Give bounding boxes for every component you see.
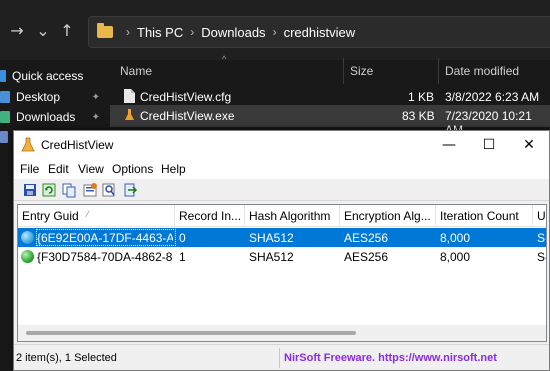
- pin-icon: ✦: [91, 91, 100, 103]
- column-entry-guid[interactable]: Entry Guid: [22, 209, 79, 223]
- cell-hash-algorithm: SHA512: [249, 231, 294, 245]
- file-name: CredHistView.exe: [140, 109, 235, 123]
- file-date: 3/8/2022 6:23 AM: [445, 90, 540, 104]
- file-name: CredHistView.cfg: [140, 90, 232, 104]
- forward-arrow-icon[interactable]: →: [6, 20, 28, 42]
- cell-u: S-: [537, 231, 546, 245]
- nirsoft-link[interactable]: NirSoft Freeware. https://www.nirsoft.ne…: [284, 352, 497, 364]
- cell-hash-algorithm: SHA512: [249, 250, 294, 264]
- toolbar: [14, 179, 549, 201]
- entries-list[interactable]: Entry Guid ⁄ Record In... Hash Algorithm…: [17, 204, 547, 342]
- find-icon[interactable]: [101, 182, 117, 198]
- menu-view[interactable]: View: [78, 162, 104, 176]
- copy-icon[interactable]: [61, 182, 77, 198]
- desktop-icon: [0, 91, 10, 103]
- download-icon: [0, 111, 10, 123]
- column-encryption-algorithm[interactable]: Encryption Alg...: [344, 209, 431, 223]
- menu-help[interactable]: Help: [161, 162, 186, 176]
- breadcrumb-downloads[interactable]: Downloads: [201, 25, 265, 40]
- document-icon: [0, 131, 8, 143]
- status-icon: [21, 231, 34, 244]
- save-icon[interactable]: [22, 182, 38, 198]
- status-item-count: 2 item(s), 1 Selected: [16, 352, 117, 364]
- cell-record-index: 1: [179, 250, 186, 264]
- horizontal-scrollbar[interactable]: [18, 325, 546, 341]
- refresh-icon[interactable]: [41, 182, 57, 198]
- pin-icon: ✦: [91, 111, 100, 123]
- sidebar-item-quick-access[interactable]: Quick access: [0, 66, 110, 86]
- explorer-toolbar: → ⌄ ↑ › This PC › Downloads › credhistvi…: [0, 0, 550, 60]
- column-date-modified[interactable]: Date modified: [445, 64, 519, 78]
- list-header: Entry Guid ⁄ Record In... Hash Algorithm…: [18, 205, 546, 227]
- window-title: CredHistView: [41, 138, 114, 152]
- app-exe-icon: [125, 109, 134, 120]
- flask-icon: [21, 137, 35, 152]
- table-row[interactable]: {F30D7584-70DA-4862-81... 1 SHA512 AES25…: [18, 247, 546, 266]
- menu-file[interactable]: File: [20, 162, 39, 176]
- sidebar-item-documents[interactable]: [0, 127, 14, 147]
- column-name[interactable]: Name: [120, 64, 152, 78]
- menu-bar: File Edit View Options Help: [14, 159, 549, 179]
- cell-entry-guid: {F30D7584-70DA-4862-81...: [37, 250, 173, 264]
- sidebar-item-label: Downloads: [16, 110, 76, 124]
- cell-entry-guid: {6E92E00A-17DF-4463-AA...: [37, 231, 173, 245]
- column-iteration-count[interactable]: Iteration Count: [440, 209, 519, 223]
- folder-icon: [97, 23, 113, 38]
- column-u[interactable]: U: [537, 209, 546, 223]
- cell-u: S-: [537, 250, 546, 264]
- status-bar: 2 item(s), 1 Selected NirSoft Freeware. …: [14, 344, 549, 370]
- minimize-button[interactable]: —: [429, 131, 469, 159]
- address-bar[interactable]: › This PC › Downloads › credhistview: [88, 16, 550, 48]
- table-row[interactable]: {6E92E00A-17DF-4463-AA... 0 SHA512 AES25…: [18, 228, 546, 247]
- status-icon: [21, 250, 34, 263]
- cell-encryption-algorithm: AES256: [344, 250, 389, 264]
- sidebar-item-label: Desktop: [16, 90, 61, 104]
- sidebar-item-downloads[interactable]: Downloads ✦: [0, 107, 110, 127]
- credhistview-window: CredHistView — ☐ ✕ File Edit View Option…: [13, 130, 550, 371]
- menu-edit[interactable]: Edit: [48, 162, 69, 176]
- file-list-header: Name ^ Size Date modified: [110, 54, 550, 84]
- file-row[interactable]: CredHistView.exe 83 KB 7/23/2020 10:21 A…: [110, 105, 550, 137]
- sidebar-item-desktop[interactable]: Desktop ✦: [0, 87, 110, 107]
- menu-options[interactable]: Options: [112, 162, 153, 176]
- sort-ascending-icon: ^: [222, 54, 227, 64]
- sidebar-item-label: Quick access: [12, 69, 84, 83]
- file-size: 1 KB: [408, 90, 435, 104]
- breadcrumb-this-pc[interactable]: This PC: [137, 25, 183, 40]
- exit-icon[interactable]: [122, 182, 138, 198]
- up-arrow-icon[interactable]: ↑: [56, 20, 78, 42]
- sort-icon: ⁄: [87, 209, 89, 219]
- chevron-down-icon[interactable]: ⌄: [32, 20, 54, 42]
- title-bar[interactable]: CredHistView — ☐ ✕: [14, 131, 549, 159]
- text-file-icon: [124, 89, 135, 103]
- column-size[interactable]: Size: [350, 64, 373, 78]
- cell-iteration-count: 8,000: [440, 231, 471, 245]
- breadcrumb-credhistview[interactable]: credhistview: [284, 25, 356, 40]
- cell-record-index: 0: [179, 231, 186, 245]
- file-size: 83 KB: [402, 109, 435, 123]
- cell-encryption-algorithm: AES256: [344, 231, 389, 245]
- properties-icon[interactable]: [82, 182, 98, 198]
- cell-iteration-count: 8,000: [440, 250, 471, 264]
- maximize-button[interactable]: ☐: [469, 131, 509, 159]
- column-hash-algorithm[interactable]: Hash Algorithm: [249, 209, 330, 223]
- close-button[interactable]: ✕: [509, 131, 549, 159]
- column-record-index[interactable]: Record In...: [179, 209, 241, 223]
- scrollbar-thumb[interactable]: [26, 331, 356, 335]
- star-icon: [0, 70, 6, 82]
